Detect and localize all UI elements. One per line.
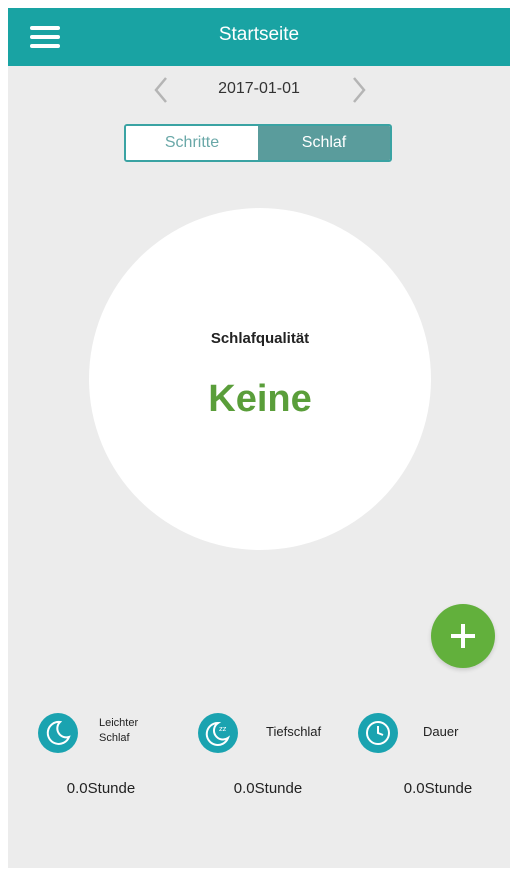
- clock-icon: [358, 713, 398, 753]
- page-title: Startseite: [218, 24, 300, 45]
- duration-value: 0.0Stunde: [403, 780, 473, 797]
- date-navigator: 2017-01-01: [8, 70, 510, 110]
- app-screen: Startseite 2017-01-01 Schritte Schlaf Sc…: [8, 8, 510, 868]
- chevron-right-icon[interactable]: [344, 70, 374, 110]
- sleep-quality-label: Schlafqualität: [210, 330, 310, 347]
- moon-zzz-icon: zz: [198, 713, 238, 753]
- mode-segmented-control: Schritte Schlaf: [124, 124, 392, 162]
- light-sleep-value: 0.0Stunde: [66, 780, 136, 797]
- duration-label: Dauer: [423, 724, 459, 739]
- tab-schlaf[interactable]: Schlaf: [258, 126, 390, 160]
- sleep-quality-value: Keine: [208, 378, 312, 420]
- moon-icon: [38, 713, 78, 753]
- svg-text:zz: zz: [219, 725, 227, 733]
- deep-sleep-value: 0.0Stunde: [233, 780, 303, 797]
- sleep-quality-circle: Schlafqualität Keine: [89, 208, 431, 550]
- deep-sleep-label: Tiefschlaf: [266, 724, 322, 739]
- current-date: 2017-01-01: [218, 80, 300, 97]
- tab-schritte[interactable]: Schritte: [126, 126, 258, 160]
- light-sleep-label: Leichter Schlaf: [99, 717, 139, 744]
- app-header: Startseite: [8, 8, 510, 66]
- add-button[interactable]: [431, 604, 495, 668]
